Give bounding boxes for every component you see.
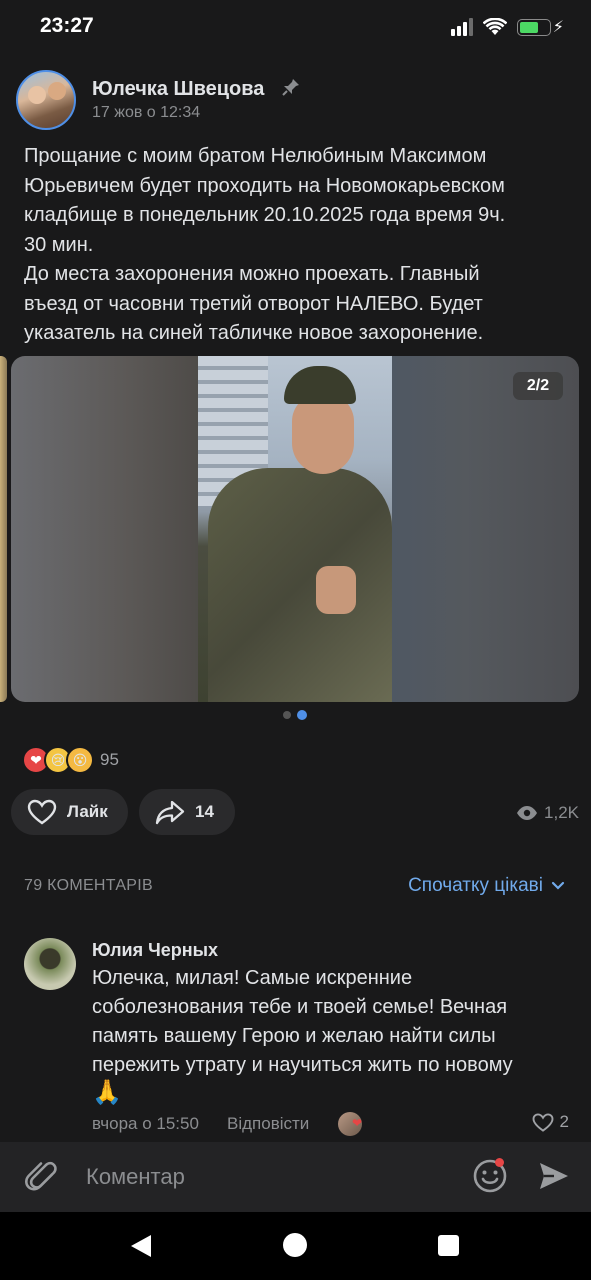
carousel-dot[interactable] xyxy=(283,711,291,719)
views-counter: 1,2K xyxy=(516,803,579,823)
media-counter-badge: 2/2 xyxy=(513,372,563,400)
previous-media-edge[interactable] xyxy=(0,356,7,702)
post-author-name[interactable]: Юлечка Швецова xyxy=(92,78,264,101)
comment-like-button[interactable]: 2 xyxy=(532,1112,569,1132)
comments-sort-dropdown[interactable]: Спочатку цікаві xyxy=(408,875,565,897)
like-button[interactable]: Лайк xyxy=(11,789,128,835)
views-count: 1,2K xyxy=(544,803,579,822)
reactions-summary[interactable]: ❤ 😢 😮 xyxy=(22,746,94,774)
status-icons: ⚡ xyxy=(451,18,564,36)
comment-time[interactable]: вчора о 15:50 xyxy=(92,1114,199,1134)
comment-emoji: 🙏 xyxy=(92,1079,122,1106)
post-date[interactable]: 17 жов о 12:34 xyxy=(92,104,200,122)
carousel-dots xyxy=(283,710,307,720)
author-avatar[interactable] xyxy=(16,70,76,130)
post-text: Прощание с моим братом Нелюбиным Максимо… xyxy=(24,145,506,344)
comment-author-avatar[interactable] xyxy=(24,938,76,990)
comments-count: 79 КОМЕНТАРІВ xyxy=(24,877,153,894)
reactions-count[interactable]: 95 xyxy=(100,750,119,770)
notification-dot xyxy=(495,1158,504,1167)
like-label: Лайк xyxy=(67,802,108,821)
comment-input[interactable] xyxy=(84,1163,448,1191)
heart-outline-icon xyxy=(532,1113,553,1132)
post-photo[interactable] xyxy=(198,356,392,702)
share-button[interactable]: 14 xyxy=(139,789,235,835)
carousel-dot-active[interactable] xyxy=(297,710,307,720)
liker-heart-icon: ❤ xyxy=(352,1116,363,1130)
eye-icon xyxy=(517,806,538,820)
attach-icon[interactable] xyxy=(22,1156,58,1201)
pin-icon xyxy=(282,78,300,101)
astonished-face-reaction-icon: 😮 xyxy=(66,746,94,774)
share-count: 14 xyxy=(195,802,214,821)
heart-outline-icon xyxy=(27,799,57,825)
battery-icon: ⚡ xyxy=(517,18,564,36)
comment-author-name[interactable]: Юлия Черных xyxy=(92,940,218,961)
chevron-down-icon xyxy=(551,881,565,890)
home-icon[interactable] xyxy=(283,1233,307,1257)
recent-apps-icon[interactable] xyxy=(438,1235,459,1256)
comment-like-count: 2 xyxy=(559,1112,569,1131)
status-time: 23:27 xyxy=(40,14,94,37)
comment-reply-button[interactable]: Відповісти xyxy=(227,1114,309,1134)
back-icon[interactable] xyxy=(129,1233,153,1264)
signal-icon xyxy=(451,18,473,36)
comment-text: Юлечка, милая! Самые искренние соболезно… xyxy=(92,967,513,1076)
share-icon xyxy=(155,800,185,825)
wifi-icon xyxy=(483,18,507,35)
sort-label: Спочатку цікаві xyxy=(408,875,543,896)
send-icon[interactable] xyxy=(538,1160,570,1197)
